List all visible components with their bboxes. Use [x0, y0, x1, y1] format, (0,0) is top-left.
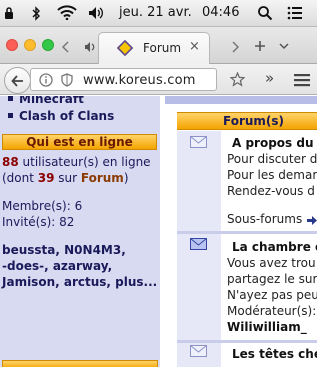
close-window-button[interactable]: [6, 39, 18, 51]
forum-description-line: Rendez-vous d: [227, 184, 315, 198]
moderator-link[interactable]: Wiliwilliam_: [227, 320, 307, 334]
forum-description-line: Pour les demar: [227, 168, 317, 182]
back-arrow-icon: [11, 75, 23, 87]
info-icon[interactable]: [39, 73, 53, 87]
notifications-icon[interactable]: [287, 6, 303, 20]
menubar-time[interactable]: 04:46: [202, 5, 239, 20]
subforum-arrow-icon[interactable]: [307, 216, 317, 225]
tab-audio-icon: [85, 42, 95, 52]
url-bar[interactable]: www.koreus.com: [30, 68, 217, 91]
wifi-icon[interactable]: [57, 5, 77, 20]
online-users-list-line[interactable]: -does-, azarway,: [2, 259, 112, 273]
tab-strip: Forum ×: [0, 27, 317, 64]
minimize-window-button[interactable]: [24, 39, 36, 51]
tracking-shield-icon[interactable]: [61, 73, 73, 87]
toolbar-overflow-icon[interactable]: »: [265, 69, 274, 87]
sidebar: Minecraft Clash of Clans Qui est en lign…: [0, 96, 160, 367]
forum-description-line: Vous avez trou: [227, 256, 316, 270]
lock-icon[interactable]: [4, 6, 14, 20]
forum-title-link[interactable]: A propos du: [232, 136, 314, 150]
forum-description-line: partagez le sur: [227, 272, 317, 286]
zoom-window-button[interactable]: [42, 39, 54, 51]
menubar-date[interactable]: jeu. 21 avr.: [119, 5, 192, 20]
online-forum-count: 39: [37, 171, 55, 185]
forum-read-envelope-icon: [190, 345, 207, 357]
tab-scroll-right-icon[interactable]: [231, 41, 239, 53]
bluetooth-icon[interactable]: [31, 6, 41, 21]
online-users-header: Qui est en ligne: [2, 134, 157, 150]
sidebar-footer-bar: [2, 360, 158, 367]
bullet-icon: [8, 96, 13, 101]
forum-title-link[interactable]: La chambre c: [232, 240, 317, 254]
online-users-list-line[interactable]: beussta, N0N4M3,: [2, 243, 126, 257]
bookmark-star-icon[interactable]: [230, 72, 245, 87]
forum-description-line: N'ayez pas peu: [227, 288, 317, 302]
system-menu-bar: jeu. 21 avr. 04:46: [0, 0, 317, 27]
tab-list-chevron-down-icon[interactable]: [279, 43, 289, 50]
moderators-label: Modérateur(s):: [227, 304, 317, 318]
forum-new-posts-envelope-icon: [190, 238, 207, 250]
bullet-icon: [8, 113, 13, 118]
forum-read-envelope-icon: [190, 136, 207, 148]
tab-scroll-left-icon[interactable]: [62, 41, 70, 53]
forum-list-top-bar: [165, 96, 317, 104]
members-count: Membre(s): 6: [2, 199, 83, 213]
tab-forum[interactable]: Forum ×: [98, 32, 210, 64]
back-button[interactable]: [4, 67, 31, 94]
tab-title: Forum: [143, 41, 182, 55]
guests-count: Invité(s): 82: [2, 215, 75, 229]
forum-title-link[interactable]: Les têtes che: [232, 347, 317, 361]
online-count-line: 88 utilisateur(s) en ligne: [2, 155, 151, 169]
forum-list: Forum(s) A propos du Pour discuter d Pou…: [165, 96, 317, 367]
volume-icon[interactable]: [88, 6, 104, 20]
new-tab-icon[interactable]: [254, 40, 266, 52]
online-count: 88: [2, 155, 19, 169]
forum-column-header: Forum(s): [177, 112, 317, 130]
site-favicon-icon: [117, 40, 133, 56]
url-text: www.koreus.com: [83, 73, 196, 88]
online-forum-line: (dont 39 sur Forum): [2, 171, 129, 185]
menu-hamburger-icon[interactable]: [293, 73, 311, 87]
forum-link[interactable]: Forum: [81, 171, 124, 185]
sidebar-link-minecraft[interactable]: Minecraft: [2, 96, 84, 106]
tab-close-icon[interactable]: ×: [189, 39, 200, 54]
online-users-list-line[interactable]: Jamison, arctus, plus...: [2, 275, 157, 289]
search-icon[interactable]: [257, 5, 273, 21]
forum-description-line: Pour discuter d: [227, 152, 317, 166]
navigation-toolbar: www.koreus.com »: [0, 64, 317, 95]
web-page: Minecraft Clash of Clans Qui est en lign…: [0, 96, 317, 367]
subforums-label: Sous-forums: [227, 212, 303, 226]
sidebar-link-clash-of-clans[interactable]: Clash of Clans: [2, 109, 114, 123]
